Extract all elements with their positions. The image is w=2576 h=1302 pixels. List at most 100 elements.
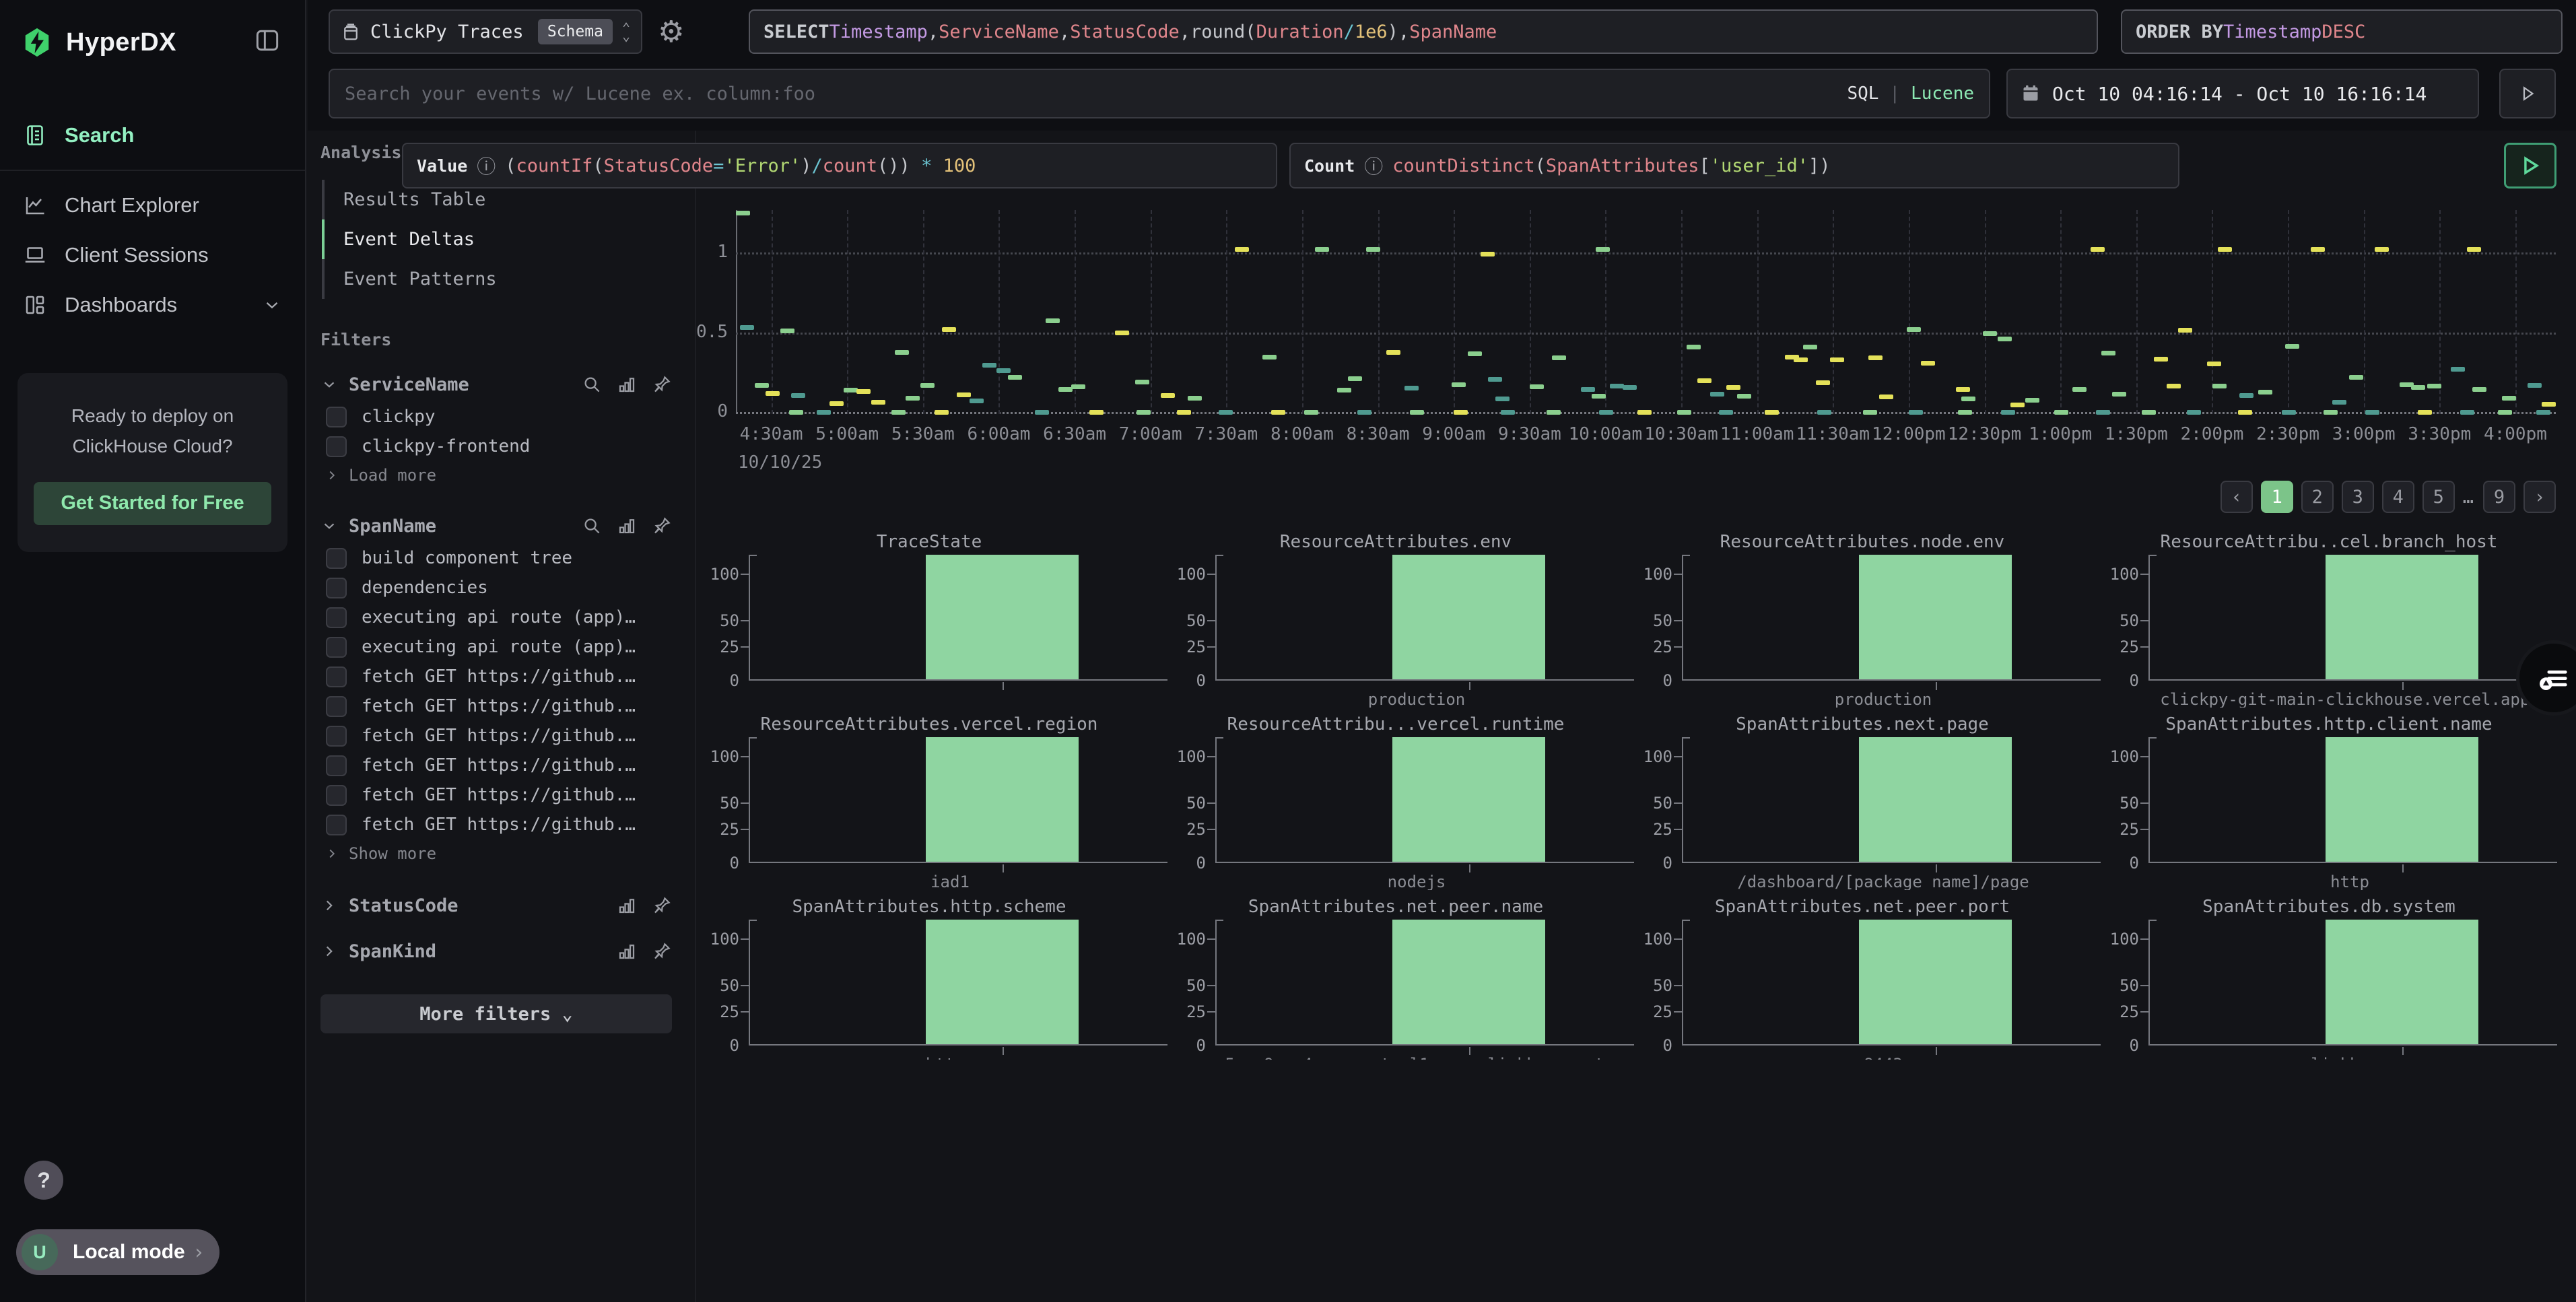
local-mode-button[interactable]: U Local mode › [16,1229,219,1275]
mode-event-patterns[interactable]: Event Patterns [322,259,672,299]
filter-group-servicename[interactable]: ServiceName [320,367,672,402]
spanname-show-more[interactable]: Show more [320,840,672,868]
y-tick-label: 100 [2110,565,2139,584]
get-started-button[interactable]: Get Started for Free [34,482,271,525]
page-button-5[interactable]: 5 [2422,481,2455,513]
checkbox[interactable] [326,607,347,628]
lucene-toggle[interactable]: Lucene [1911,83,1974,104]
page-button-1[interactable]: 1 [2261,481,2293,513]
search-run-button[interactable] [2499,69,2556,118]
page-next-button[interactable]: › [2523,481,2556,513]
gear-icon[interactable]: ⚙ [658,15,684,49]
filter-group-spanname[interactable]: SpanName [320,508,672,543]
delta-point [1956,387,1970,392]
event-deltas-chart[interactable]: 00.51 10/10/25 4:30am5:00am5:30am6:00am6… [707,202,2576,485]
delta-point [2258,390,2272,395]
search-icon[interactable] [582,374,602,395]
filter-checkbox-row[interactable]: executing api route (app)… [320,632,672,662]
checkbox[interactable] [326,548,347,569]
attribute-chart[interactable]: SpanAttributes.db.system10050250clickhou… [2107,897,2551,1060]
search-input[interactable] [345,83,1847,104]
local-mode-label: Local mode [73,1241,185,1264]
attribute-chart[interactable]: SpanAttributes.next.page10050250/dashboa… [1640,714,2084,897]
page-prev-button[interactable]: ‹ [2221,481,2253,513]
sidebar-item-client-sessions[interactable]: Client Sessions [0,230,305,280]
attribute-chart[interactable]: SpanAttributes.http.client.name10050250h… [2107,714,2551,897]
search-bar: SQL | Lucene [329,69,1990,118]
checkbox[interactable] [326,436,347,457]
attribute-chart[interactable]: SpanAttributes.net.peer.name10050250z5nr… [1174,897,1618,1060]
checkbox[interactable] [326,815,347,835]
filter-checkbox-row[interactable]: fetch GET https://github.… [320,691,672,721]
value-expression-input[interactable]: Value ⓘ (countIf(StatusCode='Error')/cou… [402,143,1277,189]
bar-chart-icon[interactable] [617,941,637,961]
more-filters-button[interactable]: More filters ⌄ [320,994,672,1033]
attribute-chart[interactable]: SpanAttributes.http.scheme10050250https [707,897,1151,1060]
checkbox[interactable] [326,637,347,658]
search-icon[interactable] [582,516,602,536]
help-button[interactable]: ? [24,1161,63,1200]
pin-icon[interactable] [652,374,672,395]
code-token: StatusCode [604,156,714,176]
attribute-chart[interactable]: TraceState10050250 [707,532,1151,714]
checkbox[interactable] [326,785,347,806]
gridline [1909,210,1910,414]
filter-checkbox-row[interactable]: fetch GET https://github.… [320,810,672,840]
attribute-chart[interactable]: ResourceAttribu..cel.branch_host10050250… [2107,532,2551,714]
delta-point [780,329,794,333]
attribute-chart[interactable]: ResourceAttributes.vercel.region10050250… [707,714,1151,897]
count-expression-input[interactable]: Count ⓘ countDistinct(SpanAttributes['us… [1289,143,2179,189]
attribute-chart[interactable]: ResourceAttributes.env10050250production [1174,532,1618,714]
checkbox[interactable] [326,666,347,687]
sidebar-item-search[interactable]: Search [0,110,305,160]
pin-icon[interactable] [652,516,672,536]
attribute-chart[interactable]: ResourceAttributes.node.env10050250produ… [1640,532,2084,714]
delta-point [2001,410,2015,415]
servicename-load-more[interactable]: Load more [320,461,672,489]
pin-icon[interactable] [652,941,672,961]
filter-checkbox-row[interactable]: fetch GET https://github.… [320,721,672,751]
filter-checkbox-row[interactable]: fetch GET https://github.… [320,662,672,691]
attribute-chart[interactable]: ResourceAttribu...vercel.runtime10050250… [1174,714,1618,897]
attribute-chart[interactable]: SpanAttributes.net.peer.port100502508443 [1640,897,2084,1060]
bar-chart-icon[interactable] [617,374,637,395]
bar-chart-icon[interactable] [617,895,637,916]
sql-toggle[interactable]: SQL [1847,83,1878,104]
filter-checkbox-row[interactable]: clickpy [320,402,672,432]
page-button-3[interactable]: 3 [2342,481,2374,513]
page-button-4[interactable]: 4 [2382,481,2414,513]
schema-badge[interactable]: Schema [538,19,613,44]
sidebar: HyperDX Search Chart Explorer Client Ses… [0,0,306,1302]
checkbox[interactable] [326,696,347,717]
checkbox[interactable] [326,755,347,776]
sidebar-item-dashboards[interactable]: Dashboards [0,280,305,330]
filter-checkbox-row[interactable]: dependencies [320,573,672,603]
filter-group-spankind[interactable]: SpanKind [320,934,672,969]
page-button-2[interactable]: 2 [2301,481,2334,513]
filter-checkbox-row[interactable]: clickpy-frontend [320,432,672,461]
filter-checkbox-row[interactable]: fetch GET https://github.… [320,751,672,780]
checkbox[interactable] [326,578,347,598]
y-tick-label: 25 [720,820,739,839]
collapse-sidebar-icon[interactable] [252,26,282,55]
order-by-input[interactable]: ORDER BY Timestamp DESC [2121,9,2563,54]
delta-point [817,410,831,415]
date-range-picker[interactable]: Oct 10 04:16:14 - Oct 10 16:16:14 [2006,69,2479,118]
mode-event-deltas[interactable]: Event Deltas [322,219,672,259]
chart-title: ResourceAttribu..cel.branch_host [2107,532,2551,555]
filter-checkbox-row[interactable]: build component tree [320,543,672,573]
checkbox[interactable] [326,407,347,427]
filter-group-statuscode[interactable]: StatusCode [320,888,672,923]
filter-checkbox-row[interactable]: fetch GET https://github.… [320,780,672,810]
delta-point [1046,318,1060,323]
checkbox[interactable] [326,726,347,747]
pin-icon[interactable] [652,895,672,916]
page-button-9[interactable]: 9 [2483,481,2515,513]
bar-chart-icon[interactable] [617,516,637,536]
sidebar-item-chart-explorer[interactable]: Chart Explorer [0,180,305,230]
page-ellipsis[interactable]: … [2463,487,2475,508]
run-analysis-button[interactable] [2504,143,2556,189]
filter-checkbox-row[interactable]: executing api route (app)… [320,603,672,632]
source-selector[interactable]: ClickPy Traces Schema ⌃⌄ [329,9,642,54]
sql-select-input[interactable]: SELECT Timestamp, ServiceName, StatusCod… [749,9,2098,54]
